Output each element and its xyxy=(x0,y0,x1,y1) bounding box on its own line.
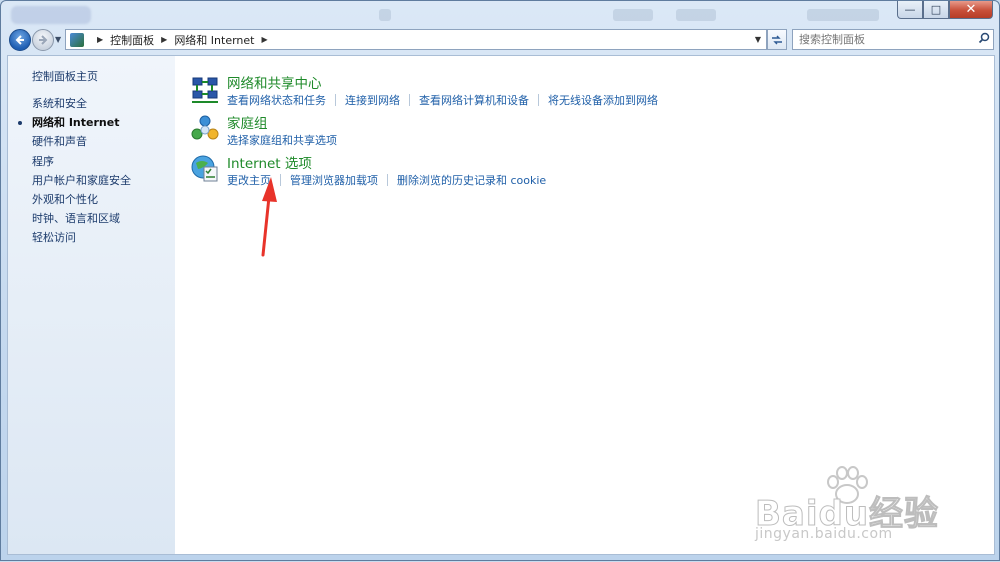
link-view-network-status[interactable]: 查看网络状态和任务 xyxy=(227,92,326,108)
homegroup-title[interactable]: 家庭组 xyxy=(227,112,268,132)
link-divider xyxy=(280,174,281,186)
internet-options-icon xyxy=(191,155,218,182)
control-panel-window: — □ ✕ ▼ ▶ 控制面板 ▶ 网络和 Internet ▶ ▼ 搜索控制面板… xyxy=(0,0,1000,561)
sidebar-item-programs[interactable]: 程序 xyxy=(32,152,131,171)
link-connect-network[interactable]: 连接到网络 xyxy=(345,92,400,108)
link-change-homepage[interactable]: 更改主页 xyxy=(227,172,271,188)
back-arrow-icon xyxy=(15,35,24,45)
network-sharing-title[interactable]: 网络和共享中心 xyxy=(227,72,322,92)
link-divider xyxy=(409,94,410,106)
sidebar-item-system-security[interactable]: 系统和安全 xyxy=(32,94,131,113)
title-bar: — □ ✕ xyxy=(1,1,999,27)
search-icon[interactable] xyxy=(975,32,993,47)
link-delete-history[interactable]: 删除浏览的历史记录和 cookie xyxy=(397,172,546,188)
address-bar[interactable]: ▶ 控制面板 ▶ 网络和 Internet ▶ ▼ xyxy=(65,29,767,50)
sidebar: 控制面板主页 系统和安全 网络和 Internet 硬件和声音 程序 用户帐户和… xyxy=(8,56,175,554)
refresh-icon xyxy=(772,35,782,44)
sidebar-list: 系统和安全 网络和 Internet 硬件和声音 程序 用户帐户和家庭安全 外观… xyxy=(18,94,131,248)
blurred-tab xyxy=(613,9,653,21)
link-divider xyxy=(387,174,388,186)
sidebar-item-hardware-sound[interactable]: 硬件和声音 xyxy=(32,132,131,151)
network-sharing-links: 查看网络状态和任务 连接到网络 查看网络计算机和设备 将无线设备添加到网络 xyxy=(227,92,658,108)
category-network-sharing: 网络和共享中心 查看网络状态和任务 连接到网络 查看网络计算机和设备 将无线设备… xyxy=(190,72,910,112)
link-divider xyxy=(335,94,336,106)
window-controls: — □ ✕ xyxy=(897,1,993,19)
sidebar-item-appearance[interactable]: 外观和个性化 xyxy=(32,190,131,209)
blurred-tab xyxy=(379,9,391,21)
address-dropdown-icon[interactable]: ▼ xyxy=(755,35,761,44)
network-sharing-icon xyxy=(192,77,218,103)
sidebar-item-network-internet[interactable]: 网络和 Internet xyxy=(18,113,131,132)
search-box[interactable] xyxy=(792,29,994,50)
sidebar-item-clock-language[interactable]: 时钟、语言和区域 xyxy=(32,209,131,228)
category-homegroup: 家庭组 选择家庭组和共享选项 xyxy=(190,112,910,152)
blurred-tab xyxy=(807,9,879,21)
blurred-tab xyxy=(676,9,716,21)
navigation-bar: ▼ ▶ 控制面板 ▶ 网络和 Internet ▶ ▼ xyxy=(1,27,999,53)
category-internet-options: Internet 选项 更改主页 管理浏览器加载项 删除浏览的历史记录和 coo… xyxy=(190,152,910,192)
link-divider xyxy=(538,94,539,106)
forward-arrow-icon xyxy=(39,35,48,45)
breadcrumb-network-internet[interactable]: 网络和 Internet xyxy=(174,32,254,48)
blurred-logo xyxy=(11,6,91,24)
link-view-network-computers[interactable]: 查看网络计算机和设备 xyxy=(419,92,529,108)
watermark-sub-text: jingyan.baidu.com xyxy=(755,526,893,542)
sidebar-item-ease-of-access[interactable]: 轻松访问 xyxy=(32,228,131,247)
internet-options-title[interactable]: Internet 选项 xyxy=(227,152,312,172)
internet-options-links: 更改主页 管理浏览器加载项 删除浏览的历史记录和 cookie xyxy=(227,172,546,188)
recent-pages-dropdown[interactable]: ▼ xyxy=(55,35,61,44)
close-button[interactable]: ✕ xyxy=(949,1,993,19)
homegroup-links: 选择家庭组和共享选项 xyxy=(227,132,337,148)
maximize-button[interactable]: □ xyxy=(923,1,949,19)
link-manage-addons[interactable]: 管理浏览器加载项 xyxy=(290,172,378,188)
refresh-button[interactable] xyxy=(767,29,787,50)
baidu-watermark: Baidu经验 jingyan.baidu.com xyxy=(754,466,985,546)
search-input[interactable] xyxy=(793,32,975,47)
breadcrumb-separator-icon[interactable]: ▶ xyxy=(161,35,167,44)
sidebar-item-user-accounts[interactable]: 用户帐户和家庭安全 xyxy=(32,171,131,190)
link-add-wireless-device[interactable]: 将无线设备添加到网络 xyxy=(548,92,658,108)
forward-button[interactable] xyxy=(32,29,54,51)
breadcrumb-separator-icon[interactable]: ▶ xyxy=(262,35,268,44)
minimize-button[interactable]: — xyxy=(897,1,923,19)
control-panel-icon xyxy=(70,32,84,47)
back-button[interactable] xyxy=(9,29,31,51)
breadcrumb-separator-icon[interactable]: ▶ xyxy=(97,35,103,44)
link-homegroup-options[interactable]: 选择家庭组和共享选项 xyxy=(227,132,337,148)
homegroup-icon xyxy=(191,115,219,140)
breadcrumb-control-panel[interactable]: 控制面板 xyxy=(110,32,154,48)
sidebar-home-link[interactable]: 控制面板主页 xyxy=(32,68,98,84)
